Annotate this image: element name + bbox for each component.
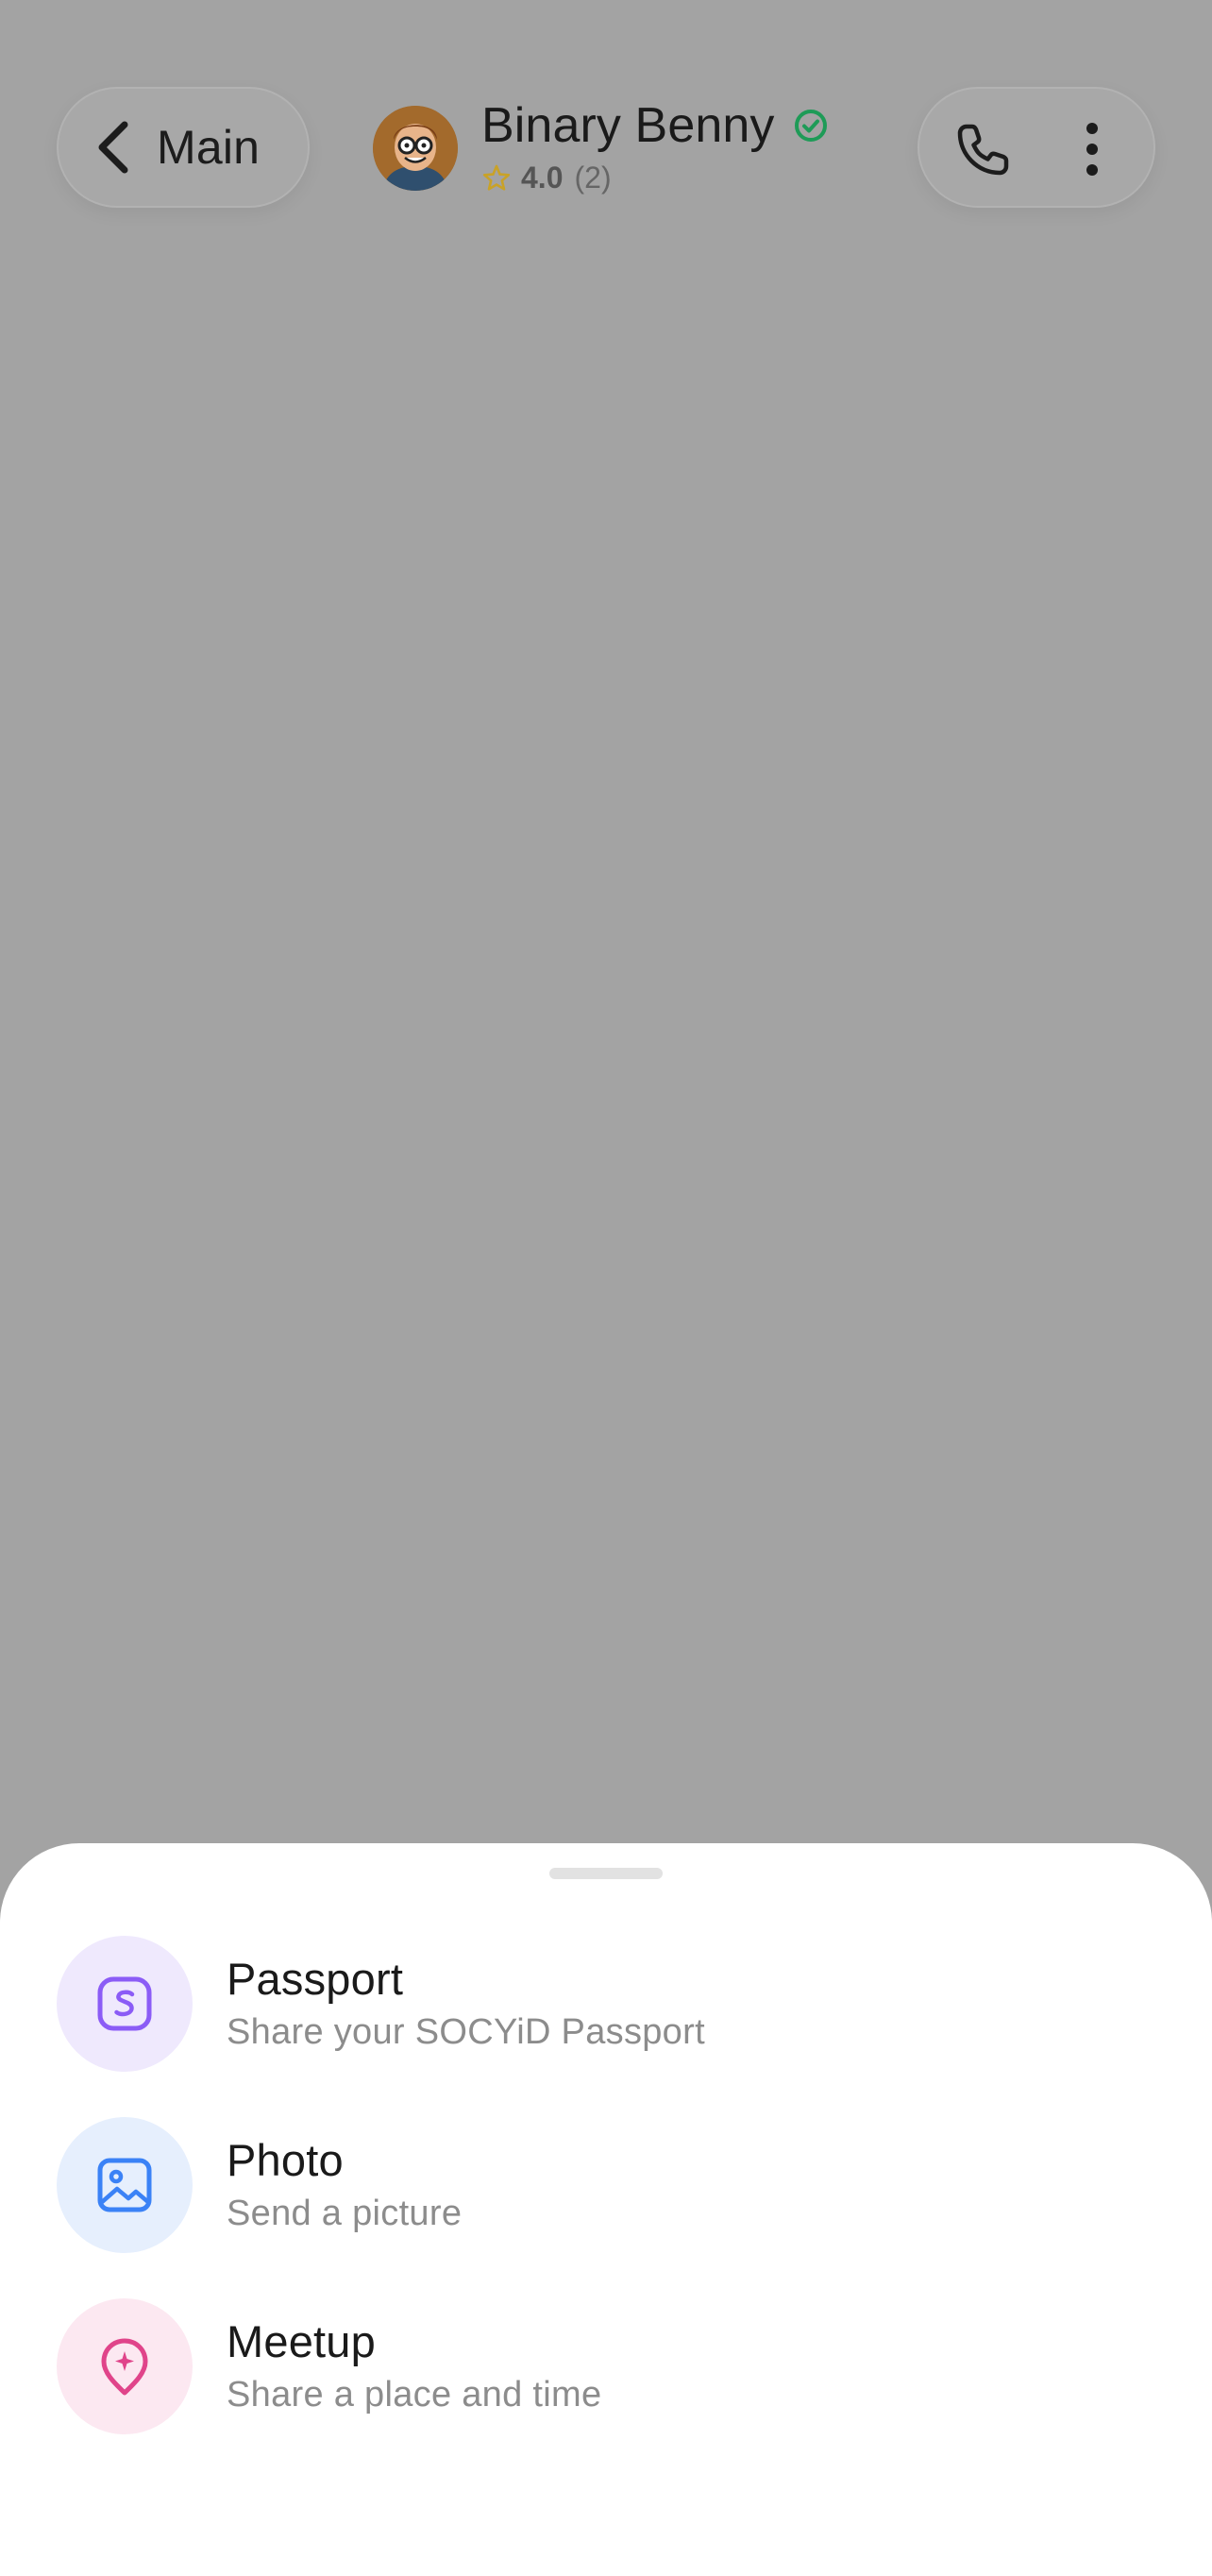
sheet-grabber[interactable] xyxy=(549,1868,663,1879)
back-button[interactable]: Main xyxy=(57,87,310,208)
header-actions xyxy=(917,87,1155,208)
photo-option[interactable]: Photo Send a picture xyxy=(57,2117,1155,2253)
phone-icon[interactable] xyxy=(953,119,1014,179)
rating-value: 4.0 xyxy=(521,161,564,195)
photo-option-subtitle: Send a picture xyxy=(227,2194,463,2233)
map-pin-icon xyxy=(57,2298,193,2434)
avatar[interactable] xyxy=(373,106,458,191)
passport-option[interactable]: Passport Share your SOCYiD Passport xyxy=(57,1936,1155,2072)
passport-option-title: Passport xyxy=(227,1954,404,2004)
contact-info[interactable]: Binary Benny 4.0 (2) xyxy=(481,94,829,195)
verified-check-icon xyxy=(793,108,829,144)
meetup-option-title: Meetup xyxy=(227,2316,376,2366)
rating: 4.0 (2) xyxy=(481,161,829,195)
image-icon xyxy=(57,2117,193,2253)
passport-option-subtitle: Share your SOCYiD Passport xyxy=(227,2012,705,2052)
chat-header: Main Binary Benny 4.0 (2) xyxy=(0,0,1212,227)
rating-count: (2) xyxy=(574,161,612,195)
meetup-option[interactable]: Meetup Share a place and time xyxy=(57,2298,1155,2434)
attachment-sheet: Passport Share your SOCYiD Passport Phot… xyxy=(0,1843,1212,2576)
star-icon xyxy=(481,163,512,194)
passport-icon xyxy=(57,1936,193,2072)
more-vertical-icon[interactable] xyxy=(1078,117,1106,181)
chevron-left-icon xyxy=(91,117,136,178)
contact-name: Binary Benny xyxy=(481,98,775,153)
back-button-label: Main xyxy=(157,121,261,174)
meetup-option-subtitle: Share a place and time xyxy=(227,2375,602,2415)
photo-option-title: Photo xyxy=(227,2135,344,2185)
